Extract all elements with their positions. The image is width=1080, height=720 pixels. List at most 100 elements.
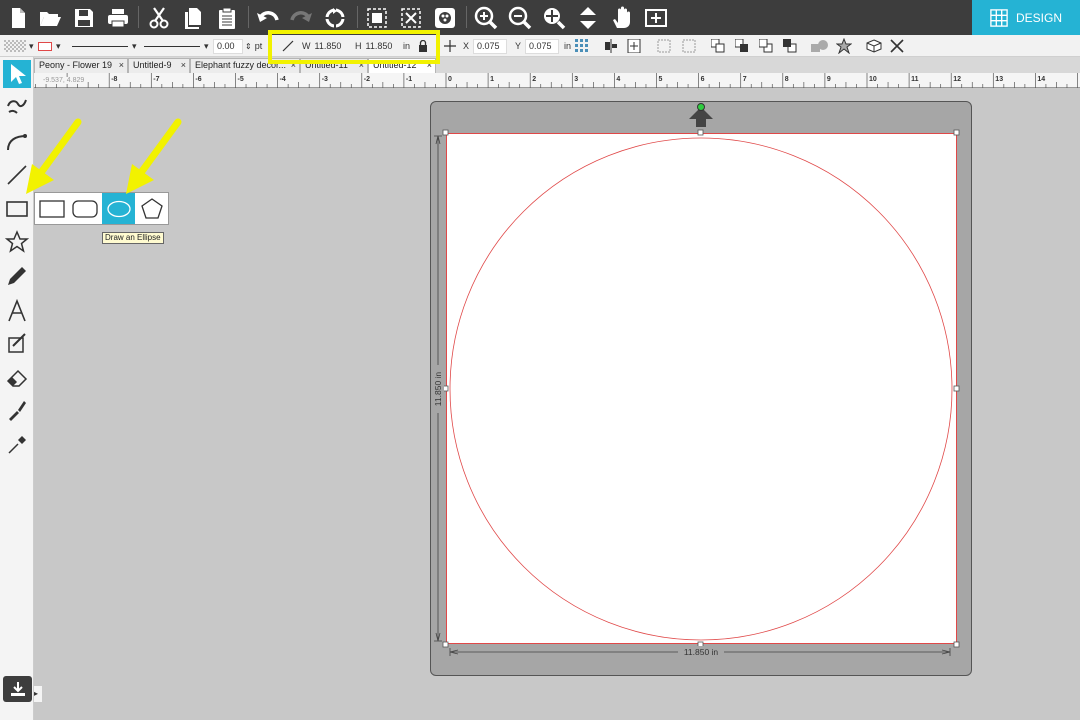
ruler-tick-label: -2 <box>364 76 370 83</box>
ruler-tick-label: -1 <box>406 76 412 83</box>
annotation-arrow-icon <box>126 118 182 194</box>
document-tab[interactable]: Untitled-9 × <box>128 58 190 73</box>
duplicate-right-icon[interactable] <box>682 38 696 54</box>
redo-icon[interactable] <box>286 3 316 32</box>
print-icon[interactable] <box>103 3 133 32</box>
send-to-back-icon[interactable] <box>783 38 797 54</box>
point-edit-tool[interactable] <box>3 92 31 120</box>
rectangle-tool[interactable] <box>3 195 31 223</box>
main-toolbar: DESIGN <box>0 0 1080 35</box>
duplicate-left-icon[interactable] <box>657 38 671 54</box>
ruler-tick-label: 11 <box>911 76 919 83</box>
toolbar-separator <box>138 6 139 28</box>
ruler-tick-label: 12 <box>953 76 961 83</box>
eraser-tool[interactable] <box>3 364 31 392</box>
zoom-selection-icon[interactable] <box>539 3 569 32</box>
text-icon <box>8 299 26 322</box>
pointer-icon <box>11 64 26 84</box>
pan-down-icon[interactable] <box>573 3 603 32</box>
fit-page-icon[interactable] <box>641 3 671 32</box>
flyout-rounded-rectangle-tool[interactable] <box>68 193 101 224</box>
star-tool[interactable] <box>3 228 31 256</box>
ruler-tick-label: 0 <box>448 76 452 83</box>
flyout-polygon-tool[interactable] <box>135 193 168 224</box>
pencil-tool[interactable] <box>3 262 31 290</box>
document-tab-bar: Peony - Flower 19 × Untitled-9 × Elephant … <box>34 57 1080 73</box>
ruler-tick-label: -3 <box>322 76 328 83</box>
zoom-in-icon[interactable] <box>471 3 501 32</box>
ruler-tick-label: 6 <box>701 76 705 83</box>
document-tab[interactable]: Peony - Flower 19 × <box>34 58 128 73</box>
group-icon[interactable] <box>362 3 392 32</box>
width-dimension-label: 11.850 in <box>684 647 719 657</box>
delete-icon[interactable] <box>890 38 904 54</box>
rotate-handle-icon[interactable] <box>689 103 713 128</box>
replicate-icon[interactable] <box>320 3 350 32</box>
bring-to-front-icon[interactable] <box>711 38 725 54</box>
expand-tray-icon[interactable]: ▸ <box>34 686 42 702</box>
toolbar-separator <box>248 6 249 28</box>
copy-icon[interactable] <box>178 3 208 32</box>
horizontal-ruler: -8 -7 -6 -5 -4 -3 -2 -1 0 1 2 3 4 5 6 7 8 9 10 11 12 13 14 -9.… <box>34 73 1080 88</box>
open-folder-icon[interactable] <box>35 3 65 32</box>
flyout-ellipse-tool[interactable] <box>102 193 135 224</box>
position-unit-label: in <box>564 41 572 51</box>
rectangle-icon <box>38 199 65 218</box>
hand-icon[interactable] <box>607 3 637 32</box>
toolbar-separator <box>466 6 467 28</box>
knife-tool[interactable] <box>3 397 31 425</box>
line-end-select[interactable]: ▾ <box>144 38 209 54</box>
offset-star-icon[interactable] <box>836 38 852 54</box>
dimension-lines <box>434 135 951 656</box>
eyedropper-tool[interactable] <box>3 431 31 459</box>
star-icon <box>5 230 29 253</box>
selection-handles[interactable] <box>442 129 960 648</box>
ruler-tick-label: -8 <box>111 76 117 83</box>
close-tab-icon[interactable]: × <box>119 60 124 70</box>
polygon-icon <box>140 197 163 219</box>
line-style-select[interactable]: ▾ <box>72 38 137 54</box>
cut-icon[interactable] <box>144 3 174 32</box>
tool-tooltip: Draw an Ellipse <box>102 232 164 244</box>
ruler-ticks: -8 -7 -6 -5 -4 -3 -2 -1 0 1 2 3 4 5 6 7 8 9 10 11 12 13 14 <box>35 73 1078 88</box>
undo-icon[interactable] <box>253 3 283 32</box>
line-width-field[interactable]: 0.00 ⇕ pt <box>213 38 262 54</box>
fill-pattern-swatch[interactable]: ▾ <box>4 38 34 54</box>
eraser-icon <box>6 369 28 387</box>
3d-object-icon[interactable] <box>866 38 882 54</box>
new-document-icon[interactable] <box>3 3 33 32</box>
toolbar-separator <box>357 6 358 28</box>
ruler-tick-label: 10 <box>869 76 877 83</box>
rounded-rectangle-icon <box>71 199 98 218</box>
sketch-tool[interactable] <box>3 330 31 358</box>
design-tab-button[interactable]: DESIGN <box>972 0 1080 35</box>
ruler-tick-label: -4 <box>280 76 286 83</box>
zoom-out-icon[interactable] <box>505 3 535 32</box>
ellipse-icon <box>106 200 131 217</box>
select-tool[interactable] <box>3 60 31 88</box>
knife-icon <box>9 401 26 421</box>
weld-icon[interactable] <box>811 38 829 54</box>
reference-point-icon[interactable] <box>575 38 589 54</box>
save-icon[interactable] <box>69 3 99 32</box>
line-color-swatch[interactable]: ▾ <box>38 38 61 54</box>
text-tool[interactable] <box>3 297 31 325</box>
paste-icon[interactable] <box>212 3 242 32</box>
bring-forward-icon[interactable] <box>735 38 749 54</box>
fill-icon[interactable] <box>430 3 460 32</box>
y-position-field[interactable]: Y 0.075 <box>515 38 560 54</box>
ungroup-icon[interactable] <box>396 3 426 32</box>
ruler-tick-label: 8 <box>785 76 789 83</box>
align-icon[interactable] <box>604 38 618 54</box>
selected-circle-overlay: 11.850 in 11.850 in <box>432 103 960 657</box>
center-to-page-icon[interactable] <box>627 38 641 54</box>
ruler-coordinates: -9.537, 4.829 <box>42 77 86 84</box>
x-position-field[interactable]: X 0.075 <box>463 38 508 54</box>
silhouette-studio-window: DESIGN ▾ ▾ ▾ ▾ 0.00 ⇕ pt W 11.850 H 11.8… <box>0 0 1080 720</box>
library-tray-button[interactable] <box>3 676 32 702</box>
ruler-tick-label: 5 <box>659 76 663 83</box>
close-tab-icon[interactable]: × <box>181 60 186 70</box>
flyout-rectangle-tool[interactable] <box>35 193 68 224</box>
send-backward-icon[interactable] <box>759 38 773 54</box>
ellipse-shape[interactable] <box>449 137 953 641</box>
